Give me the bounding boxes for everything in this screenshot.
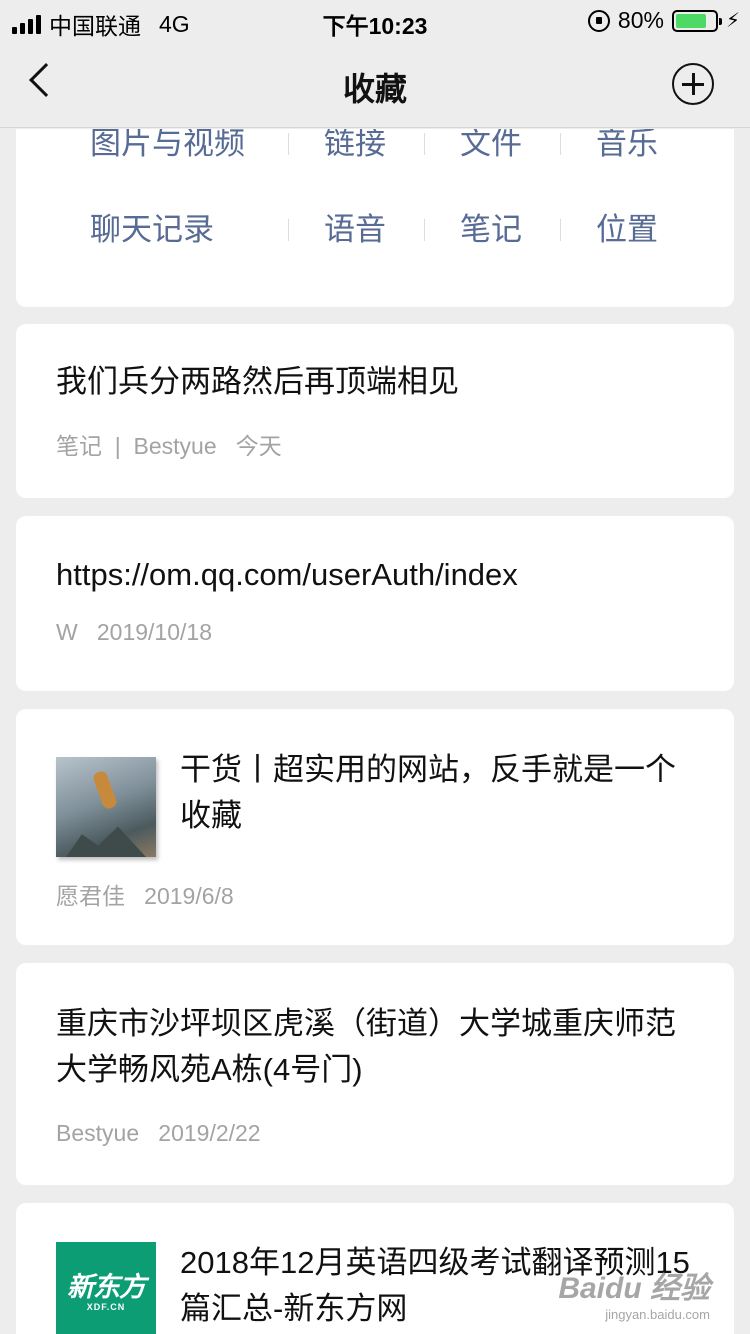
list-item[interactable]: 我们兵分两路然后再顶端相见 笔记 | Bestyue 今天 xyxy=(16,324,734,498)
category-card: 图片与视频 链接 文件 音乐 聊天记录 语音 笔记 位置 xyxy=(16,129,734,307)
item-meta: 愿君佳 2019/6/8 xyxy=(56,883,234,909)
item-title: 我们兵分两路然后再顶端相见 xyxy=(56,364,459,399)
category-music[interactable]: 音乐 xyxy=(560,129,734,179)
baidu-watermark: Baidu 经验 jingyan.baidu.com xyxy=(558,1272,710,1322)
category-files[interactable]: 文件 xyxy=(424,129,560,179)
item-meta: 笔记 | Bestyue 今天 xyxy=(56,433,282,459)
rotation-lock-icon xyxy=(587,9,610,32)
add-icon[interactable] xyxy=(672,63,714,105)
list-item[interactable]: 干货丨超实用的网站，反手就是一个收藏 愿君佳 2019/6/8 xyxy=(16,709,734,945)
charging-icon: ⚡ xyxy=(725,10,740,32)
category-chat-history[interactable]: 聊天记录 xyxy=(16,195,288,265)
item-title: 干货丨超实用的网站，反手就是一个收藏 xyxy=(180,752,676,833)
nav-bar: 收藏 xyxy=(0,40,750,128)
battery-icon xyxy=(671,9,722,32)
status-bar: 中国联通 4G 下午10:23 80% ⚡ xyxy=(0,0,750,40)
article-thumbnail xyxy=(56,757,156,857)
list-item[interactable]: 重庆市沙坪坝区虎溪（街道）大学城重庆师范大学畅风苑A栋(4号门) Bestyue… xyxy=(16,963,734,1185)
item-meta: Bestyue 2019/2/22 xyxy=(56,1120,261,1146)
category-voice[interactable]: 语音 xyxy=(288,195,424,265)
item-meta: W 2019/10/18 xyxy=(56,619,212,645)
battery-percent: 80% xyxy=(617,7,664,33)
category-images-videos[interactable]: 图片与视频 xyxy=(16,129,288,179)
page-title: 收藏 xyxy=(342,71,407,107)
category-links[interactable]: 链接 xyxy=(288,129,424,179)
item-title: https://om.qq.com/userAuth/index xyxy=(56,557,518,592)
list-item[interactable]: https://om.qq.com/userAuth/index W 2019/… xyxy=(16,516,734,691)
category-notes[interactable]: 笔记 xyxy=(424,195,560,265)
category-location[interactable]: 位置 xyxy=(560,195,734,265)
item-title: 重庆市沙坪坝区虎溪（街道）大学城重庆师范大学畅风苑A栋(4号门) xyxy=(56,1006,676,1087)
xdf-logo: 新东方 XDF.CN xyxy=(56,1242,156,1334)
favorites-list[interactable]: 图片与视频 链接 文件 音乐 聊天记录 语音 笔记 位置 我们兵分两路然后再顶端… xyxy=(0,129,750,1334)
